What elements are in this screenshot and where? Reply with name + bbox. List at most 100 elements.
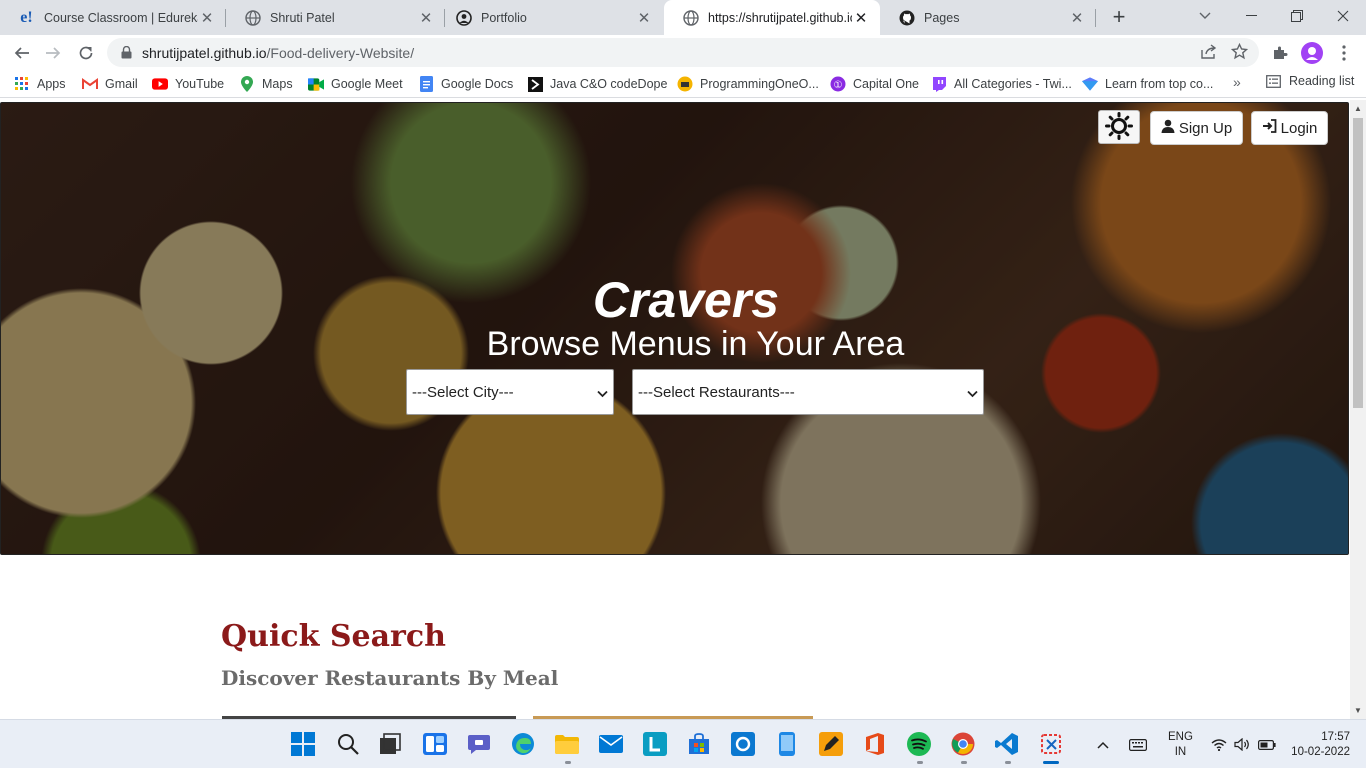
address-bar[interactable]: shrutijpatel.github.io/Food-delivery-Web…	[107, 38, 1259, 67]
bookmarks-overflow-chevron-icon[interactable]: »	[1233, 74, 1241, 90]
learn-icon	[1082, 76, 1098, 92]
keyboard-icon[interactable]	[1129, 720, 1147, 769]
forward-button[interactable]	[40, 40, 66, 66]
task-view-icon[interactable]	[378, 732, 402, 756]
linkedin-learning-icon[interactable]	[643, 732, 667, 756]
office-icon[interactable]	[863, 732, 887, 756]
system-clock[interactable]: 17:57 10-02-2022	[1290, 730, 1350, 760]
pen-app-icon[interactable]	[819, 732, 843, 756]
github-icon	[898, 9, 915, 26]
capital-one-icon: ①	[830, 76, 846, 92]
tab-pages[interactable]: Pages ✕	[880, 0, 1096, 35]
new-tab-button[interactable]: +	[1108, 6, 1130, 29]
tab-title: Pages	[924, 10, 960, 25]
bookmark-apps[interactable]: Apps	[14, 74, 66, 94]
portfolio-icon	[455, 9, 472, 26]
teams-chat-icon[interactable]	[467, 732, 491, 756]
bookmark-youtube[interactable]: YouTube	[152, 74, 224, 94]
bookmark-star-icon[interactable]	[1230, 42, 1249, 63]
bookmark-codedope[interactable]: Java C&O codeDope	[527, 74, 667, 94]
bookmark-label: Capital One	[853, 77, 920, 91]
close-tab-icon[interactable]: ✕	[198, 9, 216, 27]
phone-link-icon[interactable]	[775, 732, 799, 756]
vscode-icon[interactable]	[995, 732, 1019, 756]
scrollbar-thumb[interactable]	[1353, 118, 1363, 408]
spotify-icon[interactable]	[907, 732, 931, 756]
region-code: IN	[1174, 746, 1187, 758]
tab-title: https://shrutijpatel.github.io/	[708, 10, 852, 25]
scroll-up-arrow-icon[interactable]: ▲	[1354, 104, 1362, 113]
share-icon[interactable]	[1200, 44, 1217, 63]
show-hidden-icons-chevron-icon[interactable]	[1097, 720, 1109, 769]
scroll-down-arrow-icon[interactable]: ▼	[1354, 706, 1362, 715]
url-host: shrutijpatel.github.io	[142, 44, 267, 61]
volume-icon[interactable]	[1234, 720, 1250, 769]
tab-title: Portfolio	[481, 10, 527, 25]
bookmark-learn[interactable]: Learn from top co...	[1082, 74, 1213, 94]
running-indicator	[1005, 761, 1011, 764]
restaurant-select[interactable]: ---Select Restaurants---	[632, 369, 984, 415]
snipping-tool-icon[interactable]	[1039, 732, 1063, 756]
profile-avatar[interactable]	[1299, 40, 1325, 66]
close-tab-icon[interactable]: ✕	[1068, 9, 1086, 27]
minimize-button[interactable]	[1228, 0, 1274, 32]
sign-up-button[interactable]: Sign Up	[1150, 111, 1243, 145]
restore-button[interactable]	[1274, 0, 1320, 32]
bookmark-google-docs[interactable]: Google Docs	[418, 74, 513, 94]
bookmark-maps[interactable]: Maps	[239, 74, 293, 94]
mail-icon[interactable]	[599, 732, 623, 756]
hero-tagline: Browse Menus in Your Area	[486, 325, 905, 363]
gmail-icon	[82, 76, 98, 92]
input-language-indicator[interactable]: ENG IN	[1168, 730, 1193, 760]
login-button[interactable]: Login	[1251, 111, 1328, 145]
start-windows-icon[interactable]	[291, 732, 315, 756]
maps-icon	[239, 76, 255, 92]
close-tab-icon[interactable]: ✕	[635, 9, 653, 27]
lock-icon	[121, 46, 132, 59]
cortana-icon[interactable]	[731, 732, 755, 756]
svg-text:①: ①	[834, 80, 843, 91]
tab-portfolio[interactable]: Portfolio ✕	[437, 0, 663, 35]
chevron-down-icon	[967, 385, 978, 402]
file-explorer-icon[interactable]	[555, 732, 579, 756]
bookmark-label: YouTube	[175, 77, 225, 91]
reading-list-label: Reading list	[1289, 74, 1355, 88]
globe-icon	[682, 9, 699, 26]
close-tab-icon[interactable]: ✕	[852, 9, 870, 27]
battery-icon[interactable]	[1258, 720, 1276, 769]
tab-edureka[interactable]: e! Course Classroom | Edureka ✕	[0, 0, 226, 35]
page-scrollbar[interactable]: ▲ ▼	[1350, 100, 1366, 719]
close-tab-icon[interactable]: ✕	[417, 9, 435, 27]
bookmark-twitch[interactable]: All Categories - Twi...	[931, 74, 1072, 94]
widgets-icon[interactable]	[423, 732, 447, 756]
edge-browser-icon[interactable]	[511, 732, 535, 756]
city-select[interactable]: ---Select City---	[406, 369, 614, 415]
tab-search-chevron-icon[interactable]	[1182, 0, 1228, 32]
bookmark-capital-one[interactable]: ① Capital One	[830, 74, 919, 94]
tab-shruti-patel[interactable]: Shruti Patel ✕	[226, 0, 445, 35]
back-button[interactable]	[9, 40, 35, 66]
tab-github-site-active[interactable]: https://shrutijpatel.github.io/ ✕	[664, 0, 880, 35]
chrome-icon[interactable]	[951, 732, 975, 756]
bookmark-google-meet[interactable]: Google Meet	[308, 74, 403, 94]
extensions-icon[interactable]	[1267, 40, 1293, 66]
bookmark-label: Apps	[37, 77, 66, 91]
bookmark-gmail[interactable]: Gmail	[82, 74, 138, 94]
running-indicator	[917, 761, 923, 764]
language-code: ENG	[1168, 731, 1193, 743]
chrome-menu-icon[interactable]	[1331, 40, 1357, 66]
tab-separator	[1095, 9, 1096, 27]
bookmark-label: Google Docs	[441, 77, 514, 91]
reload-button[interactable]	[73, 40, 99, 66]
theme-toggle-button[interactable]	[1098, 110, 1140, 144]
browser-toolbar: shrutijpatel.github.io/Food-delivery-Web…	[0, 35, 1366, 70]
close-window-button[interactable]	[1320, 0, 1366, 32]
search-icon[interactable]	[336, 732, 360, 756]
reading-list-button[interactable]: Reading list	[1266, 74, 1354, 88]
wifi-icon[interactable]	[1211, 720, 1227, 769]
bookmark-programming[interactable]: ProgrammingOneO...	[677, 74, 819, 94]
microsoft-store-icon[interactable]	[687, 732, 711, 756]
apps-grid-icon	[14, 76, 30, 92]
bookmark-label: Learn from top co...	[1105, 77, 1214, 91]
twitch-icon	[931, 76, 947, 92]
